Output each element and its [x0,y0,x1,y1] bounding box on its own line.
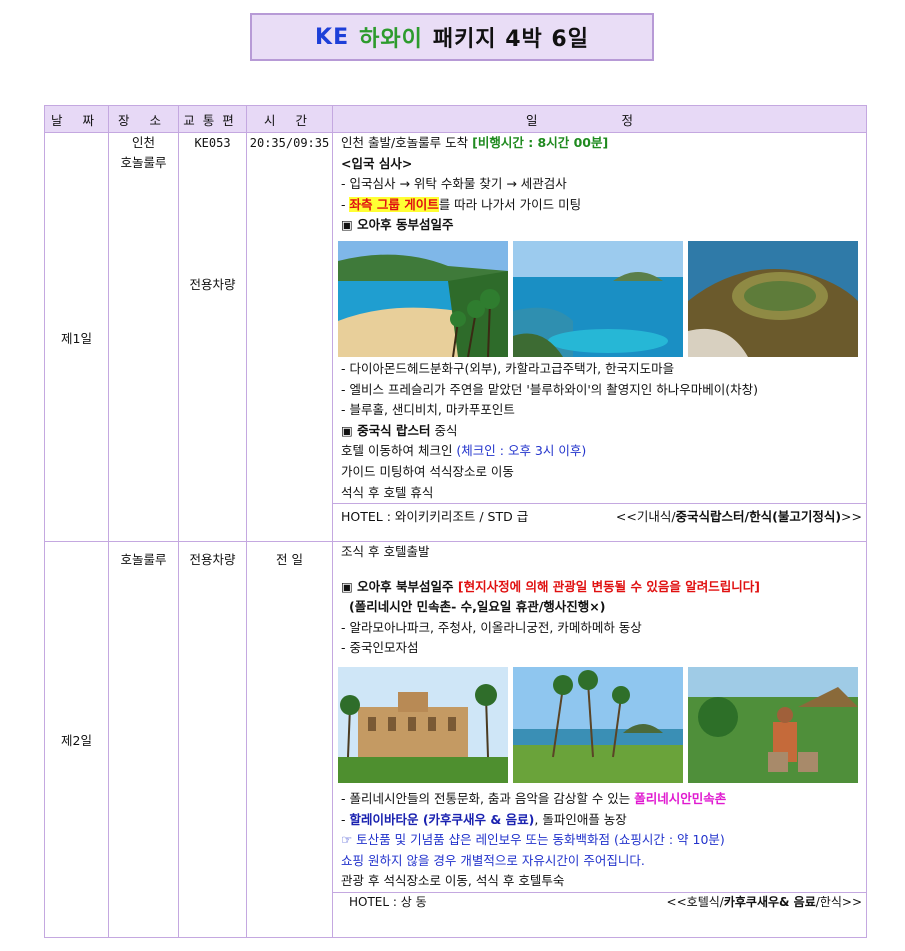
day1-transport: KE053 전용차량 [178,132,247,542]
day2-meals: <<호텔식/카후쿠새우& 음료/한식>> [667,893,862,911]
itinerary-table: 날 짜 장 소 교통편 시 간 일 정 제1일 인천 호놀룰루 KE053 전용… [44,105,867,938]
day1-time: 20:35/09:35 [249,136,330,150]
north-tour-notice: [현지사정에 의해 관광일 변동될 수 있음을 알려드립니다] [457,578,760,594]
diamondhead-photo [688,240,858,357]
haleiwa-rest: , 돌파인애플 농장 [534,811,627,827]
day2-time: 전 일 [276,552,303,567]
title-rest: 패키지 4박 6일 [432,27,589,52]
bay-photo [513,240,683,357]
day1-vehicle: 전용차량 [189,277,236,292]
day2-vehicle: 전용차량 [189,552,236,567]
title-hawaii: 하와이 [359,27,423,52]
day1-line-arrival: 인천 출발/호놀룰루 도착 [비행시간 : 8시간 00분] [333,133,866,154]
header-transport: 교통편 [178,105,247,133]
page-title: KE 하와이 패키지 4박 6일 [250,13,654,61]
day1-place-incheon: 인천 [131,135,155,150]
day1-line-bluehole: - 블루홀, 샌디비치, 마카푸포인트 [341,402,515,418]
day1-line-east-tour: ▣ 오아후 동부섬일주 [341,217,454,233]
meals-close: >> [841,509,862,525]
day1-place: 인천 호놀룰루 [108,132,179,542]
polynesian-village: 폴리네시안민속촌 [634,790,727,806]
day1-place-honolulu: 호놀룰루 [120,155,167,170]
meals-open: <<기내식/ [615,509,676,525]
day2-line-freetime: 쇼핑 원하지 않을 경우 개별적으로 자유시간이 주어집니다. [341,852,645,868]
meals-highlight: 중국식랍스터/한식(불고기정식) [675,509,842,525]
day2-schedule: 조식 후 호텔출발 ▣ 오아후 북부섬일주 [현지사정에 의해 관광일 변동될 … [332,541,867,938]
north-tour-label: ▣ 오아후 북부섬일주 [341,578,458,594]
day1-line-guide: 가이드 미팅하여 석식장소로 이동 [341,463,514,479]
day1-photo-row [333,236,866,359]
day2-transport-cell: 전용차량 [178,541,247,938]
polynesian-photo [688,666,858,783]
day2-line-polynesian-note: (폴리네시안 민속촌- 수,일요일 휴관/행사진행×) [349,599,606,615]
day1-line-customs: - 입국심사 → 위탁 수화물 찾기 → 세관검사 [341,176,567,192]
meals2-open: <<호텔식/ [666,894,724,909]
day2-line-north-tour: ▣ 오아후 북부섬일주 [현지사정에 의해 관광일 변동될 수 있음을 알려드립… [333,577,866,598]
day2-line-chinaman: - 중국인모자섬 [341,640,419,656]
header-schedule: 일 정 [332,105,867,133]
day1-hotel: HOTEL : 와이키키리조트 / STD 급 [341,509,529,525]
day1-hotel-line: HOTEL : 와이키키리조트 / STD 급 <<기내식/중국식랍스터/한식(… [333,503,866,530]
day1-line-rest: 석식 후 호텔 휴식 [341,484,434,500]
day2-time-cell: 전 일 [246,541,333,938]
title-ke: KE [315,24,350,50]
day1-line-hanauma: - 엘비스 프레슬리가 주연을 맡았던 '블루하와이'의 촬영지인 하나우마베이… [341,381,758,397]
day2-label: 제2일 [44,541,109,938]
day1-schedule: 인천 출발/호놀룰루 도착 [비행시간 : 8시간 00분] <입국 심사> -… [332,132,867,542]
lunch-label: 중식 [430,422,458,438]
arrival-text: 인천 출발/호놀룰루 도착 [341,135,473,150]
day2-line-haleiwa: - 할레이바타운 (카후쿠새우 & 음료), 돌파인애플 농장 [333,810,866,831]
day2-line-breakfast: 조식 후 호텔출발 [341,544,430,559]
day1-line-lunch: ▣ 중국식 랍스터 중식 [333,421,866,442]
lunch-lobster: ▣ 중국식 랍스터 [341,422,431,438]
meals2-close: /한식>> [815,894,862,909]
day1-line-checkin: 호텔 이동하여 체크인 (체크인 : 오후 3시 이후) [333,441,866,462]
haleiwa-highlight: 할레이바타운 (카후쿠새우 & 음료) [349,811,535,827]
day1-row: 제1일 인천 호놀룰루 KE053 전용차량 20:35/09:35 인천 출발… [44,132,867,542]
header-row: 날 짜 장 소 교통편 시 간 일 정 [44,105,867,133]
day2-row: 제2일 호놀룰루 전용차량 전 일 조식 후 호텔출발 ▣ 오아후 북부섬일주 … [44,541,867,938]
header-time: 시 간 [246,105,333,133]
day2-hotel: HOTEL : 상 동 [349,894,427,909]
day1-line-diamondhead: - 다이아몬드헤드분화구(외부), 카할라고급주택가, 한국지도마을 [341,360,675,376]
beach-photo [338,240,508,357]
day1-label: 제1일 [44,132,109,542]
day2-line-shopping: ☞ 토산품 및 기념품 샵은 레인보우 또는 동화백화점 (쇼핑시간 : 약 1… [341,832,725,848]
gate-highlight: 좌측 그룹 게이트 [349,196,439,212]
flight-duration: [비행시간 : 8시간 00분] [472,135,609,150]
meals2-highlight: 카후쿠새우& 음료 [723,894,816,909]
day1-meals: <<기내식/중국식랍스터/한식(불고기정식)>> [616,504,862,530]
day2-line-dinner: 관광 후 석식장소로 이동, 석식 후 호텔투숙 [341,873,565,889]
day2-spacer [333,563,866,577]
checkin-time: (체크인 : 오후 3시 이후) [456,443,587,459]
palace-photo [338,666,508,783]
chinamanshat-photo [513,666,683,783]
day2-place: 호놀룰루 [120,552,167,567]
day2-line-culture: - 폴리네시안들의 전통문화, 춤과 음악을 감상할 수 있는 폴리네시안민속촌 [333,789,866,810]
day2-photo-row [333,659,866,789]
header-place: 장 소 [108,105,179,133]
day2-place-cell: 호놀룰루 [108,541,179,938]
day1-line-gate: - 좌측 그룹 게이트를 따라 나가서 가이드 미팅 [333,195,866,216]
header-date: 날 짜 [44,105,109,133]
day1-flight: KE053 [194,136,231,150]
checkin-text: 호텔 이동하여 체크인 [341,443,457,459]
gate-rest: 를 따라 나가서 가이드 미팅 [438,196,582,212]
day2-line-sights: - 알라모아나파크, 주청사, 이올라니궁전, 카메하메하 동상 [341,619,642,635]
day1-line-immigration: <입국 심사> [341,155,413,171]
day1-time-cell: 20:35/09:35 [246,132,333,542]
culture-text: - 폴리네시안들의 전통문화, 춤과 음악을 감상할 수 있는 [341,790,635,806]
day2-hotel-line: HOTEL : 상 동 <<호텔식/카후쿠새우& 음료/한식>> [333,891,866,911]
